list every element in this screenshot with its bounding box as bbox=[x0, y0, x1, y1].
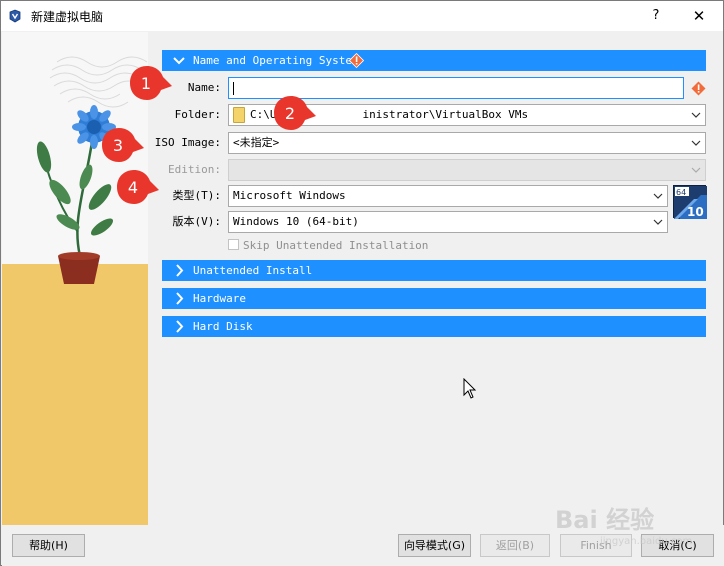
edition-label: Edition: bbox=[168, 163, 221, 176]
section-name-os-header[interactable]: Name and Operating System bbox=[162, 50, 706, 71]
type-label: 类型(T): bbox=[172, 189, 222, 202]
skip-unattended-label: Skip Unattended Installation bbox=[243, 239, 429, 252]
virtualbox-app-icon bbox=[9, 9, 21, 23]
section-hard-disk-label: Hard Disk bbox=[193, 320, 253, 333]
section-unattended-label: Unattended Install bbox=[193, 264, 313, 277]
name-warning-icon bbox=[691, 81, 706, 96]
callout-3: 3 bbox=[98, 126, 144, 164]
back-button[interactable]: 返回(B) bbox=[480, 534, 550, 557]
edition-select[interactable] bbox=[228, 159, 706, 181]
version-value: Windows 10 (64-bit) bbox=[233, 215, 359, 228]
window-title: 新建虚拟电脑 bbox=[31, 10, 104, 24]
chevron-right-icon bbox=[176, 264, 184, 277]
warning-icon bbox=[349, 53, 364, 68]
callout-4: 4 bbox=[113, 168, 159, 206]
chevron-right-icon bbox=[176, 292, 184, 305]
chevron-right-icon bbox=[176, 320, 184, 333]
wizard-illustration bbox=[2, 32, 148, 525]
folder-icon bbox=[233, 107, 245, 123]
section-hardware-label: Hardware bbox=[193, 292, 246, 305]
iso-label: ISO Image: bbox=[154, 136, 221, 149]
section-hardware-header[interactable]: Hardware bbox=[162, 288, 706, 309]
chevron-down-icon bbox=[691, 112, 701, 118]
iso-value: <未指定> bbox=[233, 136, 280, 149]
guided-mode-button[interactable]: 向导模式(G) bbox=[398, 534, 471, 557]
skip-unattended-checkbox[interactable]: Skip Unattended Installation bbox=[228, 239, 428, 253]
mouse-cursor-icon bbox=[463, 378, 477, 399]
chevron-down-icon bbox=[173, 57, 185, 65]
os-badge-version: 10 bbox=[687, 205, 704, 219]
help-button[interactable]: 帮助(H) bbox=[12, 534, 85, 557]
section-hard-disk-header[interactable]: Hard Disk bbox=[162, 316, 706, 337]
iso-select[interactable]: <未指定> bbox=[228, 132, 706, 154]
chevron-down-icon bbox=[691, 140, 701, 146]
version-select[interactable]: Windows 10 (64-bit) bbox=[228, 211, 668, 233]
type-select[interactable]: Microsoft Windows bbox=[228, 185, 668, 207]
new-vm-dialog: 新建虚拟电脑 ? ✕ Name and Operating System Nam… bbox=[0, 0, 724, 566]
title-bar: 新建虚拟电脑 ? ✕ bbox=[1, 1, 723, 31]
chevron-down-icon bbox=[691, 167, 701, 173]
wizard-content: Name and Operating System Name: Folder: … bbox=[149, 32, 723, 525]
callout-2: 2 bbox=[270, 94, 316, 132]
text-caret bbox=[233, 81, 234, 95]
callout-1-number: 1 bbox=[141, 74, 151, 93]
close-button[interactable]: ✕ bbox=[685, 5, 713, 27]
os-badge-bits: 64 bbox=[676, 188, 686, 197]
windows-os-icon: 64 10 bbox=[673, 185, 707, 219]
help-title-button[interactable]: ? bbox=[643, 5, 669, 27]
callout-4-number: 4 bbox=[128, 178, 138, 197]
chevron-down-icon bbox=[653, 219, 663, 225]
folder-label: Folder: bbox=[174, 108, 221, 121]
folder-value-suffix: inistrator\VirtualBox VMs bbox=[362, 108, 529, 121]
chevron-down-icon bbox=[653, 193, 663, 199]
baidu-watermark-url: jingyan.baidu.com bbox=[600, 536, 693, 547]
callout-3-number: 3 bbox=[113, 136, 123, 155]
callout-1: 1 bbox=[126, 64, 172, 102]
callout-2-number: 2 bbox=[285, 104, 295, 123]
plant-illustration bbox=[2, 32, 148, 525]
section-unattended-header[interactable]: Unattended Install bbox=[162, 260, 706, 281]
os-badge-graphic: 64 10 bbox=[674, 186, 707, 219]
baidu-watermark: Bai 经验 bbox=[555, 506, 655, 534]
checkbox-box bbox=[228, 239, 239, 250]
section-name-os-label: Name and Operating System bbox=[193, 54, 359, 67]
type-value: Microsoft Windows bbox=[233, 189, 346, 202]
version-label: 版本(V): bbox=[172, 215, 222, 228]
